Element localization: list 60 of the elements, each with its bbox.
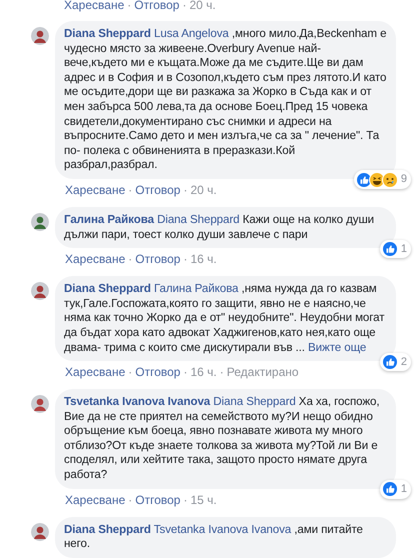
timestamp: 16 ч. xyxy=(190,252,217,266)
reply-link[interactable]: Отговор xyxy=(135,492,180,507)
reaction-count: 1 xyxy=(400,242,407,257)
mention-link[interactable]: Lusa Angelova xyxy=(154,27,229,40)
separator-dot: · xyxy=(220,365,224,380)
reply-link[interactable]: Отговор xyxy=(134,0,180,12)
reply-link[interactable]: Отговор xyxy=(135,252,180,266)
timestamp: 16 ч. xyxy=(190,365,217,380)
avatar[interactable] xyxy=(31,282,49,300)
reaction-count: 9 xyxy=(400,172,407,188)
like-link[interactable]: Харесване xyxy=(65,252,126,266)
avatar[interactable] xyxy=(31,395,49,414)
reactions-badge[interactable]: 1 xyxy=(380,480,411,499)
avatar[interactable] xyxy=(31,212,49,231)
reply-link[interactable]: Отговор xyxy=(135,365,180,380)
separator-dot: · xyxy=(128,252,132,266)
separator-dot: · xyxy=(128,365,132,380)
like-link[interactable]: Харесване xyxy=(65,365,126,380)
mention-link[interactable]: Diana Sheppard xyxy=(157,212,240,226)
reactions-badge[interactable]: 9 xyxy=(354,170,411,189)
reaction-count: 1 xyxy=(400,482,407,498)
timestamp: 15 ч. xyxy=(190,492,217,507)
separator-dot: · xyxy=(182,0,186,12)
separator-dot: · xyxy=(183,252,188,266)
thumbs-up-icon xyxy=(382,240,398,257)
reaction-count: 2 xyxy=(400,354,407,370)
thumbs-up-icon xyxy=(382,481,398,498)
mention-link[interactable]: Diana Sheppard xyxy=(213,395,296,408)
separator-dot: · xyxy=(127,0,132,12)
thumbs-up-icon xyxy=(382,354,398,370)
separator-dot: · xyxy=(128,492,132,507)
like-link[interactable]: Харесване xyxy=(64,0,124,12)
author-link[interactable]: Tsvetanka Ivanova Ivanova xyxy=(64,395,210,408)
like-link[interactable]: Харесване xyxy=(65,492,126,507)
comment-text: Галина Райкова Diana Sheppard Кажи още на колко души дължи пари, тоест колко души завлече с пари xyxy=(64,212,376,242)
avatar[interactable] xyxy=(31,522,49,541)
like-link[interactable]: Харесване xyxy=(65,182,126,197)
reactions-badge[interactable]: 2 xyxy=(380,352,411,372)
timestamp: 20 ч. xyxy=(190,182,217,197)
separator-dot: · xyxy=(183,365,188,380)
author-link[interactable]: Diana Sheppard xyxy=(64,27,151,40)
author-link[interactable]: Diana Sheppard xyxy=(64,282,151,296)
comment-text: Diana Sheppard Tsvetanka Ivanova Ivanova ,ами питайте него. xyxy=(64,522,364,552)
avatar[interactable] xyxy=(31,27,49,45)
edited-label: Редактирано xyxy=(226,365,299,380)
author-link[interactable]: Галина Райкова xyxy=(64,212,154,226)
separator-dot: · xyxy=(128,182,132,197)
reactions-badge[interactable]: 1 xyxy=(380,240,411,258)
crying-face-icon xyxy=(382,172,398,188)
mention-link[interactable]: Tsvetanka Ivanova Ivanova xyxy=(154,522,292,536)
separator-dot: · xyxy=(183,492,188,507)
mention-link[interactable]: Галина Райкова xyxy=(154,282,238,296)
timestamp: 20 ч. xyxy=(189,0,216,12)
see-more-link[interactable]: Вижте още xyxy=(308,340,366,354)
reply-link[interactable]: Отговор xyxy=(135,182,180,197)
comment-text: Tsvetanka Ivanova Ivanova Diana Sheppard Ха ха, госпожо, Вие да не сте приятел на семейството му?И нещо обидно обръщение към боеца, явно познавате живота му много отблизо?От къде знаете толкова за живота му?Той ли Ви е споделял, или хейтите така, защото просто нямате друга работа? xyxy=(64,395,381,483)
comment-text: Diana Sheppard Галина Райкова ,няма нужда да го казвам тук,Гале.Госпожата,която го защити, явно не е наясно,че няма как точно Жорко да е от" неудобните". Неудобни могат да бъдат хора като адвокат Хаджигенов,като нея,като още двама- трима с които сме дискутирали във ... Вижте още xyxy=(64,282,386,356)
author-link[interactable]: Diana Sheppard xyxy=(64,522,151,536)
separator-dot: · xyxy=(183,182,188,197)
comment-text: Diana Sheppard Lusa Angelova ,много мило.Да,Beckenham е чудесно място за живеене.Overbury Avenue най- вече,където ми е къщата.Може да ме съдите.Ще ви дам адрес и в София и в Созопол,където съм през лятото.И като ме осъдите,дори ще ви разкажа за Жорко в Съда как и от мен забърса 500 лева,та да основе Боец.Пред 15 човека свидетели,документирано със снимки и адреси на въпросните.Само дето и мен излъга,че са за " лечение". Та по- полека с обвиненията в преразкази.Кой разбрал,разбрал. xyxy=(64,27,387,173)
